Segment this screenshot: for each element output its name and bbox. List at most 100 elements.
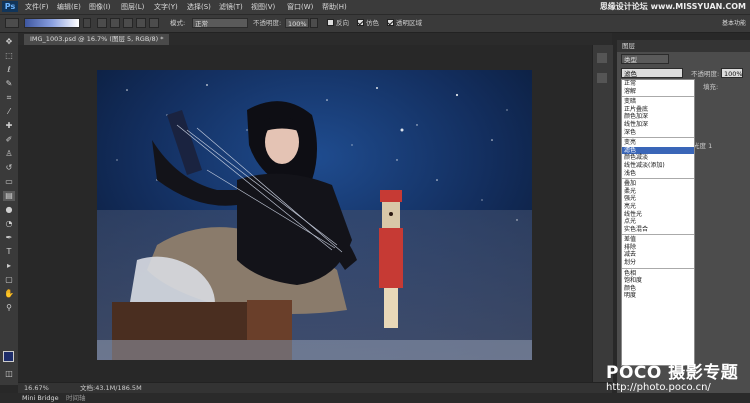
history-brush-icon[interactable]: ↺ xyxy=(3,163,15,173)
quick-mask-icon[interactable]: ◫ xyxy=(3,369,15,379)
linear-gradient-icon[interactable] xyxy=(97,18,107,28)
blend-mode-option[interactable]: 减去 xyxy=(622,251,694,259)
menu-help[interactable]: 帮助(H) xyxy=(322,2,347,12)
workspace-label[interactable]: 基本功能 xyxy=(722,18,746,27)
path-select-icon[interactable]: ▸ xyxy=(3,261,15,271)
menu-select[interactable]: 选择(S) xyxy=(187,2,211,12)
blend-mode-value: 滤色 xyxy=(624,70,637,78)
collapsed-panels-strip xyxy=(592,45,613,385)
blend-mode-option[interactable]: 线性加深 xyxy=(622,121,694,129)
diamond-gradient-icon[interactable] xyxy=(149,18,159,28)
opacity-slider-icon[interactable] xyxy=(310,18,318,28)
options-bar: 模式: 正常 不透明度: 100% 反向 仿色 透明区域 基本功能 xyxy=(0,15,750,33)
move-tool-icon[interactable]: ✥ xyxy=(3,37,15,47)
filter-kind-value: 类型 xyxy=(624,56,637,64)
blend-mode-option[interactable]: 差值 xyxy=(622,236,694,244)
layers-panel-header: 图层 xyxy=(617,40,750,52)
gradient-tool-icon[interactable] xyxy=(5,18,19,28)
blend-mode-option[interactable]: 点光 xyxy=(622,218,694,226)
shape-tool-icon[interactable]: ▢ xyxy=(3,275,15,285)
gradient-picker[interactable] xyxy=(24,18,80,28)
angle-gradient-icon[interactable] xyxy=(123,18,133,28)
bottom-tabs: Mini Bridge 时间轴 xyxy=(0,393,750,403)
tools-panel: ✥ ⬚ ℓ ✎ ⌗ ⁄ ✚ ✐ ♙ ↺ ▭ ▤ ● ◔ ✒ T ▸ ▢ ✋ ⚲ … xyxy=(0,33,19,385)
opacity-value: 100% xyxy=(288,20,307,28)
tab-mini-bridge[interactable]: Mini Bridge xyxy=(22,393,59,403)
reverse-checkbox[interactable] xyxy=(327,19,334,26)
menu-image[interactable]: 图像(I) xyxy=(89,2,111,12)
eyedropper-icon[interactable]: ⁄ xyxy=(3,107,15,117)
blend-mode-option[interactable]: 线性光 xyxy=(622,211,694,219)
blend-mode-option[interactable]: 正常 xyxy=(622,80,694,88)
blend-mode-option[interactable]: 溶解 xyxy=(622,88,694,96)
blend-mode-select[interactable]: 滤色 xyxy=(621,68,683,78)
type-tool-icon[interactable]: T xyxy=(3,247,15,257)
reflected-gradient-icon[interactable] xyxy=(136,18,146,28)
foreground-color-swatch[interactable] xyxy=(3,351,14,362)
blend-mode-option[interactable]: 亮光 xyxy=(622,203,694,211)
blend-separator xyxy=(622,137,694,139)
mode-select[interactable]: 正常 xyxy=(192,18,248,28)
blend-separator xyxy=(622,267,694,269)
menu-type[interactable]: 文字(Y) xyxy=(154,2,178,12)
gradient-tool-icon[interactable]: ▤ xyxy=(3,191,15,201)
healing-brush-icon[interactable]: ✚ xyxy=(3,121,15,131)
dodge-tool-icon[interactable]: ◔ xyxy=(3,219,15,229)
photo-composite xyxy=(97,70,532,360)
play-action-icon[interactable] xyxy=(597,53,607,63)
transparency-checkbox[interactable] xyxy=(387,19,394,26)
document-image[interactable] xyxy=(97,70,532,360)
clone-stamp-icon[interactable]: ♙ xyxy=(3,149,15,159)
layer-opacity-input[interactable]: 100% xyxy=(721,68,743,78)
blend-mode-option[interactable]: 深色 xyxy=(622,129,694,137)
blend-mode-option[interactable]: 颜色减淡 xyxy=(622,154,694,162)
mode-value: 正常 xyxy=(195,20,208,28)
photoshop-logo: Ps xyxy=(2,1,18,12)
watermark-text: 思缘设计论坛 www.MISSYUAN.COM xyxy=(599,2,746,11)
filter-kind-select[interactable]: 类型 xyxy=(621,54,669,64)
quick-select-icon[interactable]: ✎ xyxy=(3,79,15,89)
blend-mode-option[interactable]: 线性减淡(添加) xyxy=(622,162,694,170)
tab-timeline[interactable]: 时间轴 xyxy=(66,393,86,403)
eraser-tool-icon[interactable]: ▭ xyxy=(3,177,15,187)
layers-panel-title[interactable]: 图层 xyxy=(622,40,635,52)
blend-mode-option[interactable]: 划分 xyxy=(622,259,694,267)
marquee-tool-icon[interactable]: ⬚ xyxy=(3,51,15,61)
gradient-dropdown-icon[interactable] xyxy=(83,18,91,28)
dither-checkbox[interactable] xyxy=(357,19,364,26)
pen-tool-icon[interactable]: ✒ xyxy=(3,233,15,243)
document-tab[interactable]: IMG_1003.psd @ 16.7% (图层 5, RGB/8) * xyxy=(24,34,170,45)
transparency-label: 透明区域 xyxy=(396,19,422,27)
blend-mode-dropdown: 正常 溶解 变暗 正片叠底 颜色加深 线性加深 深色 变亮 滤色 颜色减淡 线性减淡(添加) 浅色 叠加… xyxy=(621,79,695,366)
blend-mode-option[interactable]: 叠加 xyxy=(622,180,694,188)
blend-mode-option[interactable]: 颜色加深 xyxy=(622,113,694,121)
menu-layer[interactable]: 图层(L) xyxy=(121,2,144,12)
menu-file[interactable]: 文件(F) xyxy=(25,2,49,12)
history-panel-icon[interactable] xyxy=(597,73,607,83)
radial-gradient-icon[interactable] xyxy=(110,18,120,28)
document-title: IMG_1003.psd @ 16.7% (图层 5, RGB/8) * xyxy=(30,35,164,43)
poco-watermark: POCO 摄影专题 http://photo.poco.cn/ xyxy=(606,358,738,393)
blur-tool-icon[interactable]: ● xyxy=(3,205,15,215)
hand-tool-icon[interactable]: ✋ xyxy=(3,289,15,299)
document-tab-bar: IMG_1003.psd @ 16.7% (图层 5, RGB/8) * xyxy=(18,33,612,45)
blend-mode-option[interactable]: 强光 xyxy=(622,195,694,203)
blend-mode-option[interactable]: 变亮 xyxy=(622,139,694,147)
blend-mode-option[interactable]: 明度 xyxy=(622,292,694,300)
menu-view[interactable]: 视图(V) xyxy=(251,2,275,12)
crop-tool-icon[interactable]: ⌗ xyxy=(3,93,15,103)
layer-opacity-value: 100% xyxy=(724,70,743,78)
poco-url: http://photo.poco.cn/ xyxy=(606,382,711,393)
lasso-tool-icon[interactable]: ℓ xyxy=(3,65,15,75)
blend-mode-option[interactable]: 变暗 xyxy=(622,98,694,106)
blend-mode-option[interactable]: 饱和度 xyxy=(622,277,694,285)
brush-tool-icon[interactable]: ✐ xyxy=(3,135,15,145)
blend-mode-option[interactable]: 浅色 xyxy=(622,170,694,178)
blend-mode-option[interactable]: 实色混合 xyxy=(622,226,694,234)
zoom-tool-icon[interactable]: ⚲ xyxy=(3,303,15,313)
mode-label: 模式: xyxy=(170,19,186,27)
menu-edit[interactable]: 编辑(E) xyxy=(57,2,81,12)
menu-window[interactable]: 窗口(W) xyxy=(287,2,313,12)
opacity-input[interactable]: 100% xyxy=(285,18,309,28)
menu-filter[interactable]: 滤镜(T) xyxy=(219,2,243,12)
